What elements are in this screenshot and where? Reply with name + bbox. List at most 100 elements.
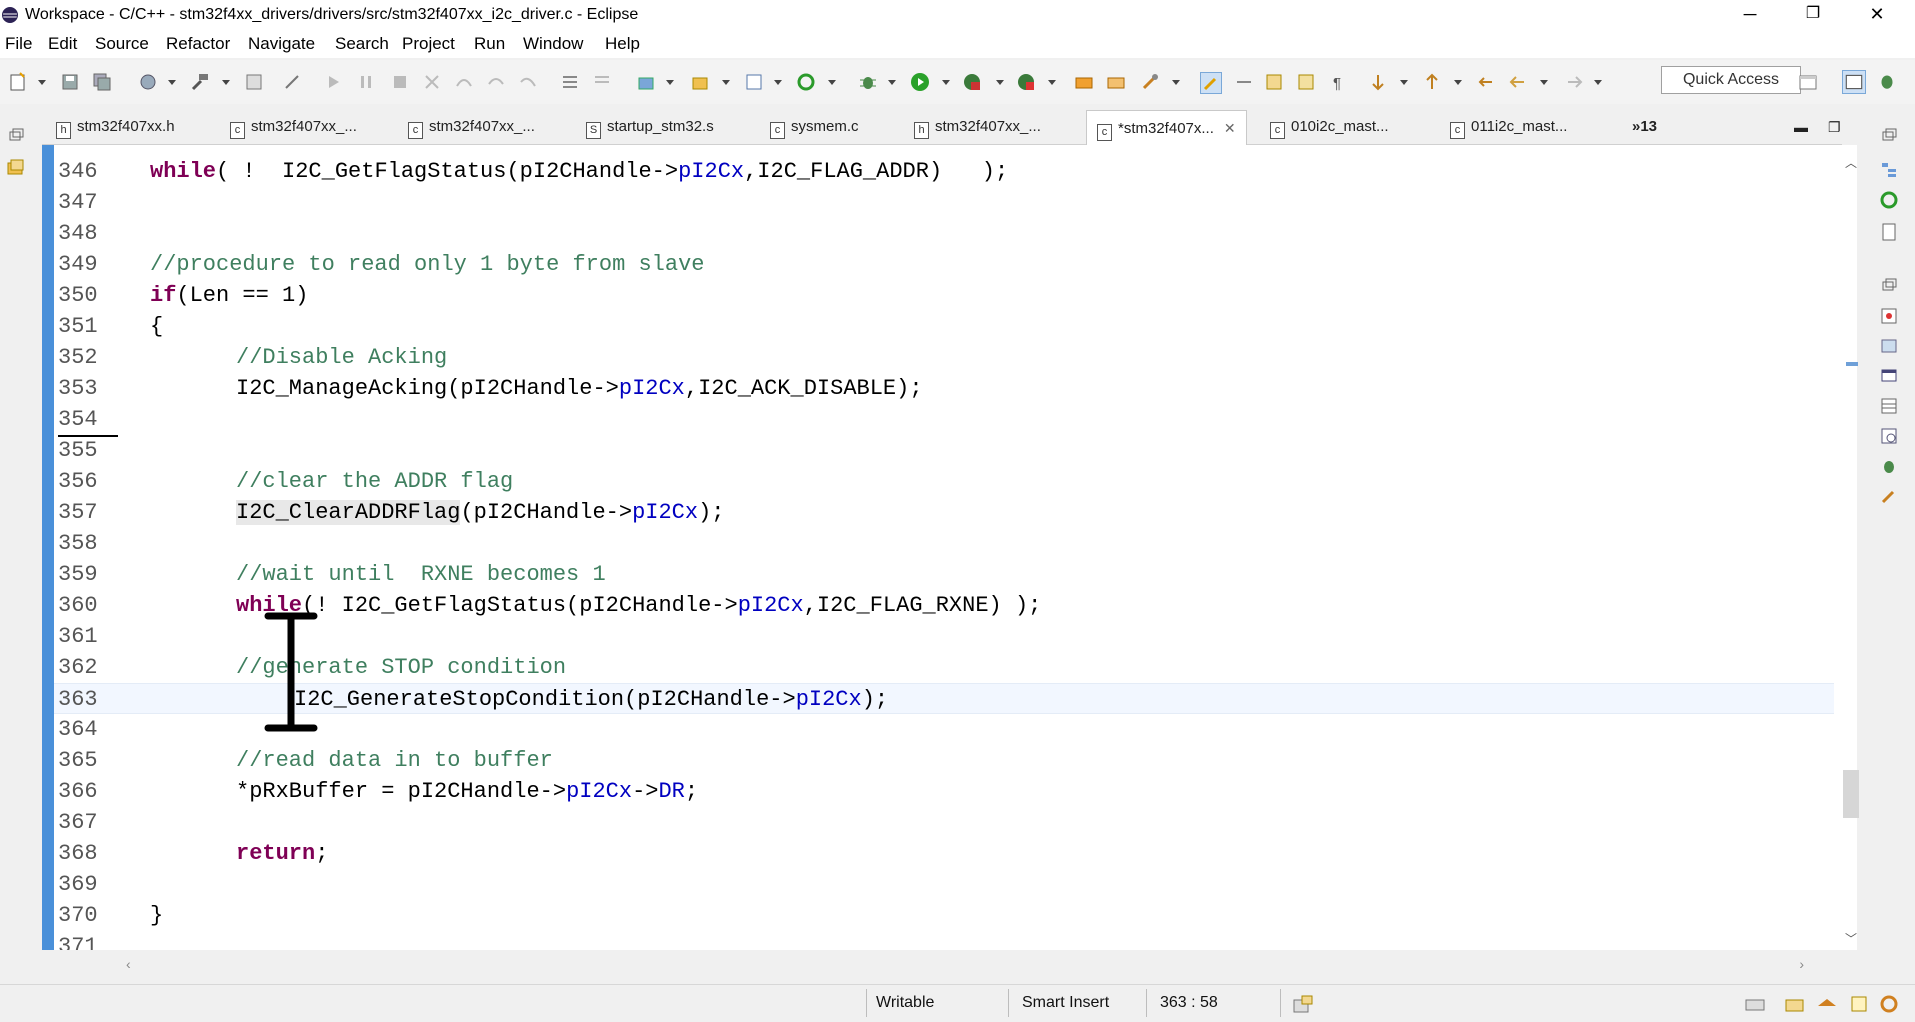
step-return-icon[interactable] [518, 72, 538, 92]
menu-run[interactable]: Run [474, 34, 505, 54]
menu-help[interactable]: Help [605, 34, 640, 54]
skip-breakpoints-icon[interactable] [282, 72, 302, 92]
build-dropdown-arrow-icon[interactable] [222, 80, 230, 85]
open-folder-icon[interactable] [1784, 994, 1806, 1014]
open-perspective-icon[interactable] [1798, 72, 1818, 92]
debug-dropdown-arrow-icon[interactable] [888, 80, 896, 85]
annotation-icon[interactable] [1234, 72, 1254, 92]
build-config-dropdown-arrow-icon[interactable] [168, 80, 176, 85]
menu-refactor[interactable]: Refactor [166, 34, 230, 54]
open-type-icon[interactable] [1074, 72, 1094, 92]
previous-annotation-icon[interactable] [1422, 72, 1442, 92]
back-dropdown-arrow-icon[interactable] [1540, 80, 1548, 85]
close-window-button[interactable]: ✕ [1855, 0, 1899, 30]
coverage-icon[interactable] [962, 72, 982, 92]
minimize-button[interactable]: ─ [1728, 0, 1772, 30]
project-explorer-icon[interactable] [6, 158, 26, 178]
remote-systems-icon[interactable] [1744, 994, 1768, 1014]
debug-bug-icon[interactable] [858, 72, 878, 92]
new-folder-icon[interactable] [690, 72, 710, 92]
console-view-icon[interactable] [1879, 366, 1899, 386]
progress-view-icon[interactable] [1879, 486, 1899, 506]
terminate-icon[interactable] [390, 72, 410, 92]
code-editor[interactable]: 346 while( ! I2C_GetFlagStatus(pI2CHandle… [42, 145, 1857, 950]
save-all-icon[interactable] [92, 72, 112, 92]
horizontal-scrollbar[interactable]: ‹ › [118, 956, 1818, 976]
build-hammer-icon[interactable] [190, 72, 210, 92]
scroll-down-arrow-icon[interactable]: ﹀ [1845, 930, 1857, 947]
new-class-icon[interactable] [744, 72, 764, 92]
properties-view-icon[interactable] [1879, 396, 1899, 416]
menu-source[interactable]: Source [95, 34, 149, 54]
scroll-left-arrow-icon[interactable]: ‹ [126, 956, 131, 972]
previous-annotation-dropdown-arrow-icon[interactable] [1454, 80, 1462, 85]
hat-icon[interactable] [1816, 994, 1838, 1014]
suspend-icon[interactable] [356, 72, 376, 92]
run-icon[interactable] [910, 72, 930, 92]
search-dropdown-arrow-icon[interactable] [1172, 80, 1180, 85]
toggle-block-icon[interactable] [560, 72, 580, 92]
new-file-icon[interactable] [8, 72, 28, 92]
notes-icon[interactable] [1848, 994, 1870, 1014]
vertical-scrollbar[interactable]: ︿ ﹀ [1841, 148, 1861, 948]
search-view-icon[interactable] [1879, 426, 1899, 446]
resume-icon[interactable] [324, 72, 344, 92]
refresh-dropdown-arrow-icon[interactable] [828, 80, 836, 85]
scroll-thumb[interactable] [1843, 770, 1859, 818]
open-element-icon[interactable] [1106, 72, 1126, 92]
code-line: 364 [58, 717, 98, 742]
task-list-icon[interactable] [1879, 222, 1899, 242]
disconnect-icon[interactable] [422, 72, 442, 92]
refresh-green-icon[interactable] [796, 72, 816, 92]
new-project-dropdown-arrow-icon[interactable] [666, 80, 674, 85]
outline-view-icon[interactable] [1879, 160, 1899, 180]
debug-perspective-icon[interactable] [1876, 70, 1898, 92]
new-class-dropdown-arrow-icon[interactable] [774, 80, 782, 85]
back-icon[interactable] [1508, 72, 1528, 92]
restore-view-icon[interactable] [1881, 128, 1899, 142]
settings-gear-icon[interactable] [1878, 994, 1900, 1014]
save-icon[interactable] [60, 72, 80, 92]
tasks-view-icon[interactable] [1879, 336, 1899, 356]
word-wrap-icon[interactable] [1296, 72, 1316, 92]
next-annotation-dropdown-arrow-icon[interactable] [1400, 80, 1408, 85]
external-tools-dropdown-arrow-icon[interactable] [1048, 80, 1056, 85]
menu-project[interactable]: Project [402, 34, 455, 54]
build-configuration-icon[interactable] [138, 72, 158, 92]
cpp-perspective-icon[interactable] [1842, 70, 1866, 94]
maximize-button[interactable]: ❐ [1791, 0, 1835, 30]
next-annotation-icon[interactable] [1368, 72, 1388, 92]
mark-occurrences-icon[interactable] [1200, 72, 1222, 94]
scroll-right-arrow-icon[interactable]: › [1799, 956, 1804, 972]
problems-view-icon[interactable] [1879, 306, 1899, 326]
scroll-up-arrow-icon[interactable]: ︿ [1845, 154, 1857, 171]
external-tools-icon[interactable] [1016, 72, 1036, 92]
new-project-icon[interactable] [636, 72, 656, 92]
restore-view-icon[interactable] [8, 128, 26, 142]
search-torch-icon[interactable] [1140, 72, 1160, 92]
forward-dropdown-arrow-icon[interactable] [1594, 80, 1602, 85]
overview-ruler-marker[interactable] [1846, 362, 1858, 366]
run-dropdown-arrow-icon[interactable] [942, 80, 950, 85]
step-into-icon[interactable] [454, 72, 474, 92]
last-edit-location-icon[interactable] [1476, 72, 1496, 92]
coverage-dropdown-arrow-icon[interactable] [996, 80, 1004, 85]
menu-window[interactable]: Window [523, 34, 583, 54]
toggle-comment-icon[interactable] [592, 72, 612, 92]
menu-search[interactable]: Search [335, 34, 389, 54]
new-dropdown-arrow-icon[interactable] [38, 80, 46, 85]
show-whitespace-icon[interactable]: ¶ [1328, 72, 1348, 92]
new-folder-dropdown-arrow-icon[interactable] [722, 80, 730, 85]
forward-icon[interactable] [1564, 72, 1584, 92]
menu-navigate[interactable]: Navigate [248, 34, 315, 54]
step-over-icon[interactable] [486, 72, 506, 92]
debug-view-icon[interactable] [1879, 456, 1899, 476]
menu-edit[interactable]: Edit [48, 34, 77, 54]
block-selection-icon[interactable] [1264, 72, 1284, 92]
menu-file[interactable]: File [5, 34, 32, 54]
quick-access-field[interactable]: Quick Access [1661, 66, 1801, 94]
binary-icon[interactable] [244, 72, 264, 92]
build-targets-icon[interactable] [1879, 190, 1899, 210]
build-status-icon[interactable] [1292, 994, 1314, 1014]
restore-view-icon[interactable] [1881, 278, 1899, 292]
